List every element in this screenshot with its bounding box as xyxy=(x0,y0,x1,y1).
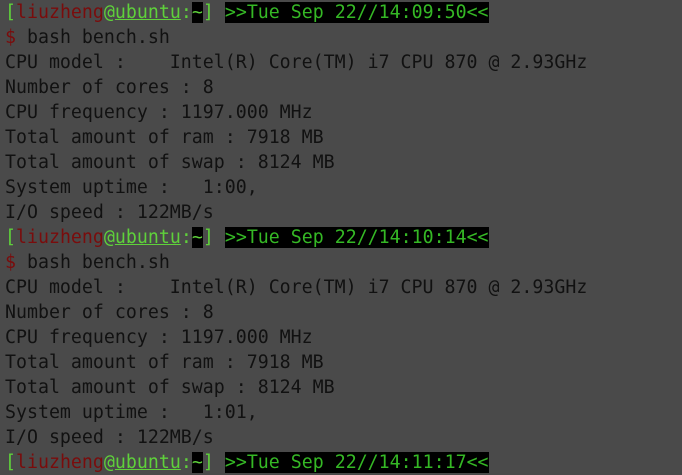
prompt-colon: : xyxy=(180,452,192,473)
prompt-host: ubuntu xyxy=(114,227,181,248)
output-line: Total amount of ram : 7918 MB xyxy=(5,352,324,373)
prompt-symbol: $ xyxy=(5,252,16,273)
output-line: CPU model : Intel(R) Core(TM) i7 CPU 870… xyxy=(5,52,588,73)
prompt-dir: ~ xyxy=(191,452,203,473)
prompt-dir: ~ xyxy=(191,227,203,248)
output-line: Total amount of swap : 8124 MB xyxy=(5,377,335,398)
output-line: Total amount of ram : 7918 MB xyxy=(5,127,324,148)
output-line: System uptime : 1:00, xyxy=(5,177,258,198)
prompt-line: [liuzheng@ubuntu:~] >>Tue Sep 22//14:11:… xyxy=(5,450,587,475)
prompt-bracket: ] xyxy=(202,227,214,248)
prompt-line: [liuzheng@ubuntu:~] >>Tue Sep 22//14:10:… xyxy=(5,225,587,250)
prompt-colon: : xyxy=(180,2,192,23)
prompt-line: [liuzheng@ubuntu:~] >>Tue Sep 22//14:09:… xyxy=(5,0,587,25)
command-text: bash bench.sh xyxy=(27,252,170,273)
prompt-colon: : xyxy=(180,227,192,248)
output-line: I/O speed : 122MB/s xyxy=(5,202,214,223)
output-line: Total amount of swap : 8124 MB xyxy=(5,152,335,173)
prompt-at: @ xyxy=(103,227,115,248)
command-text: bash bench.sh xyxy=(27,27,170,48)
output-line: CPU model : Intel(R) Core(TM) i7 CPU 870… xyxy=(5,277,588,298)
prompt-timestamp: >>Tue Sep 22//14:11:17<< xyxy=(224,452,489,473)
output-line: CPU frequency : 1197.000 MHz xyxy=(5,102,313,123)
command-line: $ bash bench.sh xyxy=(5,250,587,275)
output-line: Number of cores : 8 xyxy=(5,77,214,98)
output-line: CPU frequency : 1197.000 MHz xyxy=(5,327,313,348)
prompt-host: ubuntu xyxy=(114,2,181,23)
prompt-host: ubuntu xyxy=(114,452,181,473)
command-line: $ bash bench.sh xyxy=(5,25,587,50)
prompt-bracket: [ xyxy=(5,2,16,23)
output-line: System uptime : 1:01, xyxy=(5,402,258,423)
prompt-symbol: $ xyxy=(5,27,16,48)
prompt-at: @ xyxy=(103,452,115,473)
prompt-at: @ xyxy=(103,2,115,23)
prompt-user: liuzheng xyxy=(16,452,104,473)
prompt-timestamp: >>Tue Sep 22//14:10:14<< xyxy=(224,227,489,248)
output-line: I/O speed : 122MB/s xyxy=(5,427,214,448)
prompt-user: liuzheng xyxy=(16,2,104,23)
prompt-bracket: ] xyxy=(202,2,214,23)
prompt-bracket: [ xyxy=(5,227,16,248)
prompt-bracket: ] xyxy=(202,452,214,473)
output-line: Number of cores : 8 xyxy=(5,302,214,323)
terminal-output[interactable]: [liuzheng@ubuntu:~] >>Tue Sep 22//14:09:… xyxy=(5,0,587,475)
prompt-timestamp: >>Tue Sep 22//14:09:50<< xyxy=(224,2,489,23)
prompt-bracket: [ xyxy=(5,452,16,473)
prompt-user: liuzheng xyxy=(16,227,104,248)
prompt-dir: ~ xyxy=(191,2,203,23)
